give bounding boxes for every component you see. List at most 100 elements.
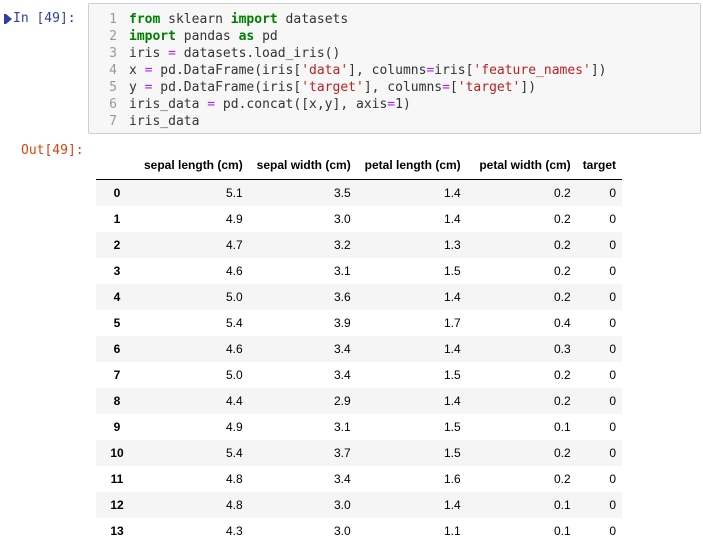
code-text: from sklearn import datasets — [129, 11, 348, 28]
code-text: iris = datasets.load_iris() — [129, 45, 340, 62]
table-row: 12 4.8 3.0 1.4 0.1 0 — [96, 492, 623, 518]
code-token: from — [129, 12, 161, 27]
line-number: 5 — [109, 80, 117, 95]
code-token: x — [129, 63, 145, 78]
table-cell: 4.8 — [226, 498, 243, 512]
table-cell: 4.9 — [226, 420, 243, 434]
row-index: 5 — [113, 316, 121, 330]
table-cell: 0.1 — [554, 420, 571, 434]
table-cell: 1.4 — [444, 186, 461, 200]
table-cell: 0.2 — [554, 186, 571, 200]
output-prompt: Out[49]: — [21, 143, 84, 158]
table-row: 10 5.4 3.7 1.5 0.2 0 — [96, 440, 623, 466]
line-number: 1 — [109, 12, 117, 27]
line-number: 2 — [109, 29, 117, 44]
table-cell: 0.2 — [554, 446, 571, 460]
table-cell: 1.1 — [444, 524, 461, 538]
row-index: 11 — [110, 472, 124, 486]
table-cell: 0 — [609, 498, 617, 512]
table-cell: 1.5 — [444, 446, 461, 460]
table-cell: 5.4 — [226, 446, 243, 460]
code-token: iris[ — [434, 63, 474, 78]
code-line[interactable]: 5 y = pd.DataFrame(iris['target'], column… — [89, 79, 536, 96]
table-cell: 0.2 — [554, 394, 571, 408]
code-token: import — [129, 29, 176, 44]
table-cell: 1.5 — [444, 368, 461, 382]
row-index: 10 — [110, 446, 124, 460]
row-index: 4 — [113, 290, 121, 304]
input-prompt-label: In [49]: — [13, 11, 76, 26]
code-text: iris_data = pd.concat([x,y], axis=1) — [129, 96, 411, 113]
table-cell: 0.2 — [554, 238, 571, 252]
row-index: 0 — [113, 186, 121, 200]
line-number: 7 — [109, 114, 117, 129]
table-cell: 0 — [609, 290, 617, 304]
table-cell: 0.4 — [554, 316, 571, 330]
table-row: 13 4.3 3.0 1.1 0.1 0 — [96, 518, 622, 544]
code-text: y = pd.DataFrame(iris['target'], columns… — [129, 79, 536, 96]
table-header-row: sepal length (cm) sepal width (cm) petal… — [96, 152, 623, 180]
table-cell: 0.2 — [554, 472, 571, 486]
line-number: 4 — [109, 63, 117, 78]
run-cell-icon[interactable] — [4, 13, 12, 24]
column-header: target — [576, 152, 623, 180]
row-index: 12 — [110, 498, 124, 512]
code-token: 1 — [395, 97, 403, 112]
code-token: ]) — [520, 80, 537, 95]
code-text: iris_data — [129, 113, 199, 130]
code-line[interactable]: 1 from sklearn import datasets — [89, 11, 348, 28]
code-token: iris_data — [129, 114, 200, 129]
code-token: as — [238, 29, 255, 44]
table-cell: 3.1 — [334, 420, 351, 434]
table-cell: 0 — [609, 420, 617, 434]
table-cell: 5.0 — [226, 290, 243, 304]
table-row: 8 4.4 2.9 1.4 0.2 0 — [96, 388, 623, 414]
code-token: sklearn — [160, 12, 231, 27]
table-row: 6 4.6 3.4 1.4 0.3 0 — [96, 336, 623, 362]
table-cell: 0 — [609, 264, 617, 278]
table-cell: 0 — [609, 342, 617, 356]
table-cell: 0.1 — [554, 498, 571, 512]
table-cell: 0 — [609, 186, 617, 200]
table-row: 11 4.8 3.4 1.6 0.2 0 — [96, 466, 622, 492]
table-cell: 4.6 — [226, 342, 243, 356]
table-cell: 4.9 — [226, 212, 243, 226]
code-token: 'feature_names' — [473, 63, 591, 78]
code-token: ) — [402, 97, 411, 112]
column-header: sepal length (cm) — [138, 152, 249, 180]
input-cell[interactable]: In [49]: 1 from sklearn import datasets 2 i… — [0, 0, 703, 136]
code-editor[interactable]: 1 from sklearn import datasets 2 import pan… — [88, 3, 701, 134]
code-line[interactable]: 7 iris_data — [89, 113, 199, 130]
table-row: 3 4.6 3.1 1.5 0.2 0 — [96, 258, 622, 284]
table-cell: 0 — [609, 446, 617, 460]
code-token: ], columns — [363, 80, 443, 95]
table-cell: 1.6 — [444, 472, 461, 486]
dataframe-table: sepal length (cm) sepal width (cm) petal… — [96, 152, 623, 544]
table-cell: 4.7 — [226, 238, 243, 252]
code-token: ]) — [590, 63, 607, 78]
table-cell: 0 — [609, 368, 617, 382]
code-token: = — [168, 46, 176, 61]
code-line[interactable]: 3 iris = datasets.load_iris() — [89, 45, 340, 62]
table-cell: 0.2 — [554, 290, 571, 304]
code-token: = — [442, 80, 450, 95]
table-cell: 0.3 — [554, 342, 571, 356]
table-cell: 4.3 — [226, 524, 243, 538]
table-cell: 0 — [609, 238, 617, 252]
code-line[interactable]: 4 x = pd.DataFrame(iris['data'], columns=… — [89, 62, 606, 79]
code-token: import — [230, 12, 278, 27]
row-index: 7 — [113, 368, 121, 382]
code-line[interactable]: 6 iris_data = pd.concat([x,y], axis=1) — [89, 96, 411, 113]
table-cell: 1.4 — [444, 290, 461, 304]
table-cell: 5.4 — [226, 316, 243, 330]
code-text: x = pd.DataFrame(iris['data'], columns=i… — [129, 62, 606, 79]
table-cell: 4.4 — [226, 394, 243, 408]
code-token: 'target' — [301, 80, 364, 95]
table-cell: 1.4 — [444, 342, 461, 356]
code-token: pandas — [175, 29, 239, 44]
table-cell: 3.5 — [334, 186, 351, 200]
code-line[interactable]: 2 import pandas as pd — [89, 28, 278, 45]
table-cell: 3.0 — [334, 212, 351, 226]
table-cell: 5.1 — [226, 186, 243, 200]
table-row: 7 5.0 3.4 1.5 0.2 0 — [96, 362, 622, 388]
